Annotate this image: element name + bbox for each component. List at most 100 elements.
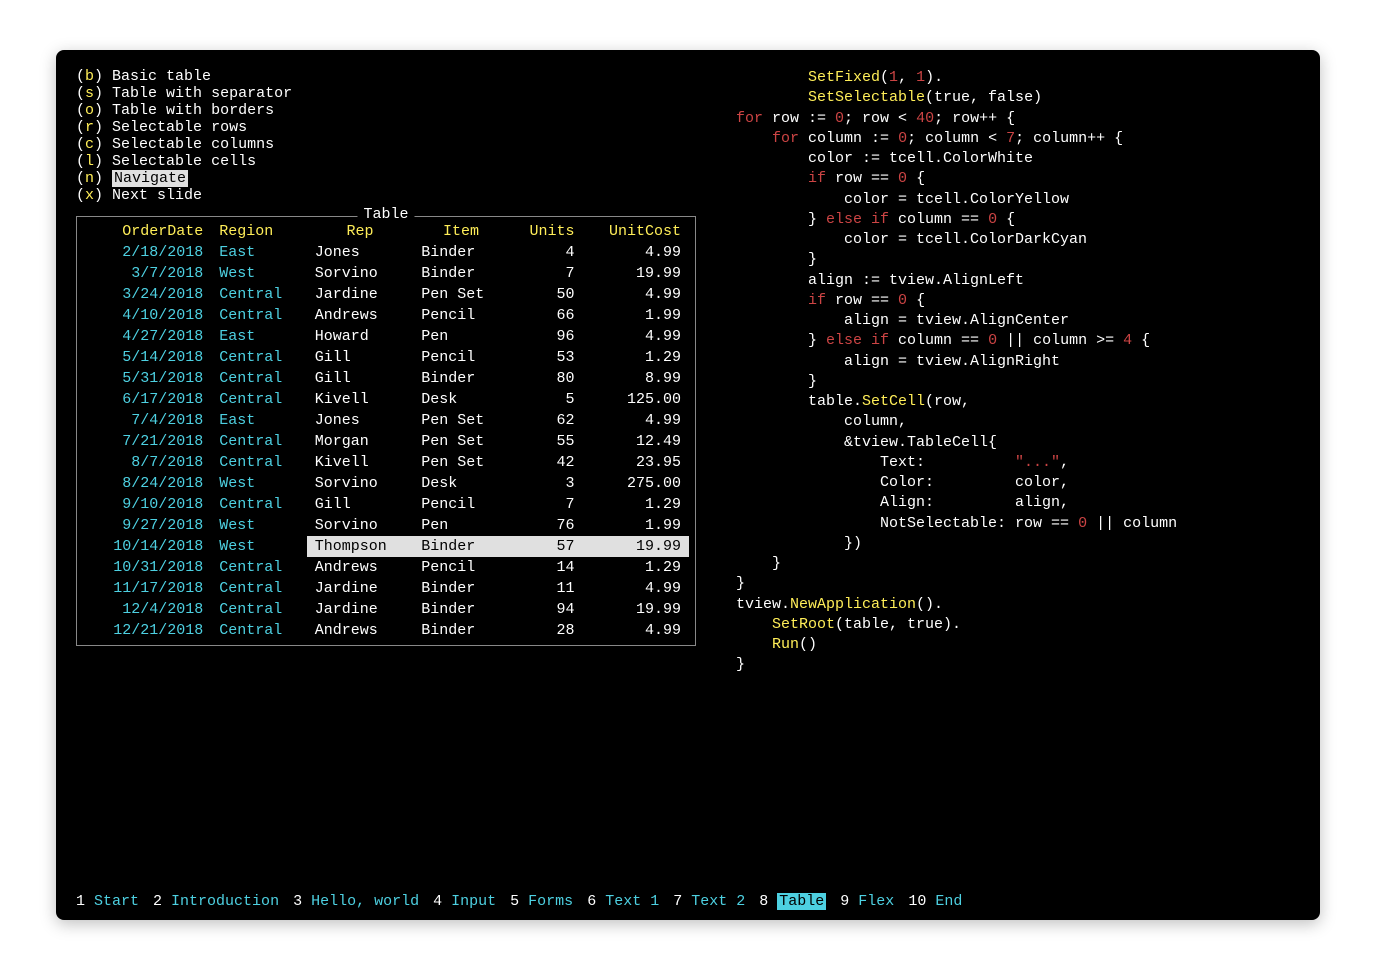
table-row[interactable]: 3/24/2018CentralJardinePen Set504.99 xyxy=(83,284,689,305)
table-cell[interactable]: Andrews xyxy=(307,305,413,326)
table-cell[interactable]: Central xyxy=(211,452,307,473)
table-cell[interactable]: 19.99 xyxy=(583,263,689,284)
table-cell[interactable]: West xyxy=(211,263,307,284)
table-cell[interactable]: 4.99 xyxy=(583,578,689,599)
table-cell[interactable]: 4/27/2018 xyxy=(83,326,211,347)
table-cell[interactable]: Central xyxy=(211,578,307,599)
table-cell[interactable]: 1.99 xyxy=(583,515,689,536)
slide-navigation[interactable]: 1 Start2 Introduction3 Hello, world4 Inp… xyxy=(76,893,1300,910)
table-options-menu[interactable]: (b) Basic table(s) Table with separator(… xyxy=(76,68,696,204)
nav-item-start[interactable]: 1 Start xyxy=(76,893,139,910)
table-cell[interactable]: Desk xyxy=(413,473,509,494)
table-cell[interactable]: Central xyxy=(211,368,307,389)
nav-item-forms[interactable]: 5 Forms xyxy=(510,893,573,910)
table-cell[interactable]: Desk xyxy=(413,389,509,410)
table-cell[interactable]: 14 xyxy=(509,557,583,578)
table-cell[interactable]: 76 xyxy=(509,515,583,536)
table-cell[interactable]: Jones xyxy=(307,410,413,431)
table-cell[interactable]: 1.29 xyxy=(583,494,689,515)
table-cell[interactable]: 4.99 xyxy=(583,620,689,641)
menu-item-c[interactable]: (c) Selectable columns xyxy=(76,136,696,153)
table-cell[interactable]: Jardine xyxy=(307,284,413,305)
table-row[interactable]: 3/7/2018WestSorvinoBinder719.99 xyxy=(83,263,689,284)
table-cell[interactable]: West xyxy=(211,515,307,536)
table-cell[interactable]: Binder xyxy=(413,368,509,389)
table-cell[interactable]: 19.99 xyxy=(583,536,689,557)
table-cell[interactable]: 19.99 xyxy=(583,599,689,620)
table-row[interactable]: 8/24/2018WestSorvinoDesk3275.00 xyxy=(83,473,689,494)
table-cell[interactable]: Pencil xyxy=(413,347,509,368)
table-cell[interactable]: Central xyxy=(211,284,307,305)
table-cell[interactable]: Binder xyxy=(413,599,509,620)
table-cell[interactable]: 3 xyxy=(509,473,583,494)
table-cell[interactable]: Pencil xyxy=(413,494,509,515)
table-cell[interactable]: 66 xyxy=(509,305,583,326)
table-cell[interactable]: 125.00 xyxy=(583,389,689,410)
table-cell[interactable]: 62 xyxy=(509,410,583,431)
table-cell[interactable]: Central xyxy=(211,557,307,578)
table-cell[interactable]: Binder xyxy=(413,536,509,557)
table-row[interactable]: 7/4/2018EastJonesPen Set624.99 xyxy=(83,410,689,431)
table-cell[interactable]: Binder xyxy=(413,242,509,263)
table-cell[interactable]: Pen xyxy=(413,326,509,347)
menu-item-o[interactable]: (o) Table with borders xyxy=(76,102,696,119)
table-cell[interactable]: Sorvino xyxy=(307,473,413,494)
table-cell[interactable]: 3/7/2018 xyxy=(83,263,211,284)
table-cell[interactable]: Jardine xyxy=(307,578,413,599)
table-cell[interactable]: 10/14/2018 xyxy=(83,536,211,557)
table-cell[interactable]: Binder xyxy=(413,620,509,641)
table-row[interactable]: 11/17/2018CentralJardineBinder114.99 xyxy=(83,578,689,599)
table-cell[interactable]: Jones xyxy=(307,242,413,263)
table-cell[interactable]: 4.99 xyxy=(583,284,689,305)
table-row[interactable]: 5/14/2018CentralGillPencil531.29 xyxy=(83,347,689,368)
menu-item-s[interactable]: (s) Table with separator xyxy=(76,85,696,102)
table-cell[interactable]: 4.99 xyxy=(583,410,689,431)
table-cell[interactable]: 7 xyxy=(509,494,583,515)
table-cell[interactable]: 275.00 xyxy=(583,473,689,494)
table-cell[interactable]: Pencil xyxy=(413,305,509,326)
table-cell[interactable]: 4 xyxy=(509,242,583,263)
nav-item-introduction[interactable]: 2 Introduction xyxy=(153,893,279,910)
table-cell[interactable]: West xyxy=(211,536,307,557)
table-cell[interactable]: 11 xyxy=(509,578,583,599)
table-cell[interactable]: 4.99 xyxy=(583,242,689,263)
table-cell[interactable]: 5 xyxy=(509,389,583,410)
table-cell[interactable]: Andrews xyxy=(307,557,413,578)
table-cell[interactable]: Central xyxy=(211,599,307,620)
table-cell[interactable]: 12/4/2018 xyxy=(83,599,211,620)
table-cell[interactable]: 7/4/2018 xyxy=(83,410,211,431)
table-cell[interactable]: Thompson xyxy=(307,536,413,557)
nav-item-flex[interactable]: 9 Flex xyxy=(840,893,894,910)
table-cell[interactable]: West xyxy=(211,473,307,494)
table-cell[interactable]: 8/7/2018 xyxy=(83,452,211,473)
table-cell[interactable]: 28 xyxy=(509,620,583,641)
table-cell[interactable]: 2/18/2018 xyxy=(83,242,211,263)
table-cell[interactable]: East xyxy=(211,410,307,431)
nav-item-table[interactable]: 8 Table xyxy=(759,893,826,910)
table-row[interactable]: 12/21/2018CentralAndrewsBinder284.99 xyxy=(83,620,689,641)
table-cell[interactable]: Pen xyxy=(413,515,509,536)
table-row[interactable]: 12/4/2018CentralJardineBinder9419.99 xyxy=(83,599,689,620)
table-cell[interactable]: 10/31/2018 xyxy=(83,557,211,578)
table-row[interactable]: 4/27/2018EastHowardPen964.99 xyxy=(83,326,689,347)
table-cell[interactable]: Kivell xyxy=(307,389,413,410)
table-cell[interactable]: 9/27/2018 xyxy=(83,515,211,536)
table-cell[interactable]: Pen Set xyxy=(413,452,509,473)
table-cell[interactable]: Central xyxy=(211,305,307,326)
table-cell[interactable]: Central xyxy=(211,347,307,368)
table-cell[interactable]: Central xyxy=(211,431,307,452)
table-row[interactable]: 9/10/2018CentralGillPencil71.29 xyxy=(83,494,689,515)
table-cell[interactable]: 23.95 xyxy=(583,452,689,473)
table-cell[interactable]: 9/10/2018 xyxy=(83,494,211,515)
table-cell[interactable]: Gill xyxy=(307,347,413,368)
table-cell[interactable]: Pencil xyxy=(413,557,509,578)
table-cell[interactable]: East xyxy=(211,242,307,263)
table-cell[interactable]: Pen Set xyxy=(413,284,509,305)
nav-item-input[interactable]: 4 Input xyxy=(433,893,496,910)
table-cell[interactable]: Howard xyxy=(307,326,413,347)
table-cell[interactable]: 80 xyxy=(509,368,583,389)
table-cell[interactable]: 8.99 xyxy=(583,368,689,389)
menu-item-b[interactable]: (b) Basic table xyxy=(76,68,696,85)
table-cell[interactable]: East xyxy=(211,326,307,347)
table-cell[interactable]: 3/24/2018 xyxy=(83,284,211,305)
